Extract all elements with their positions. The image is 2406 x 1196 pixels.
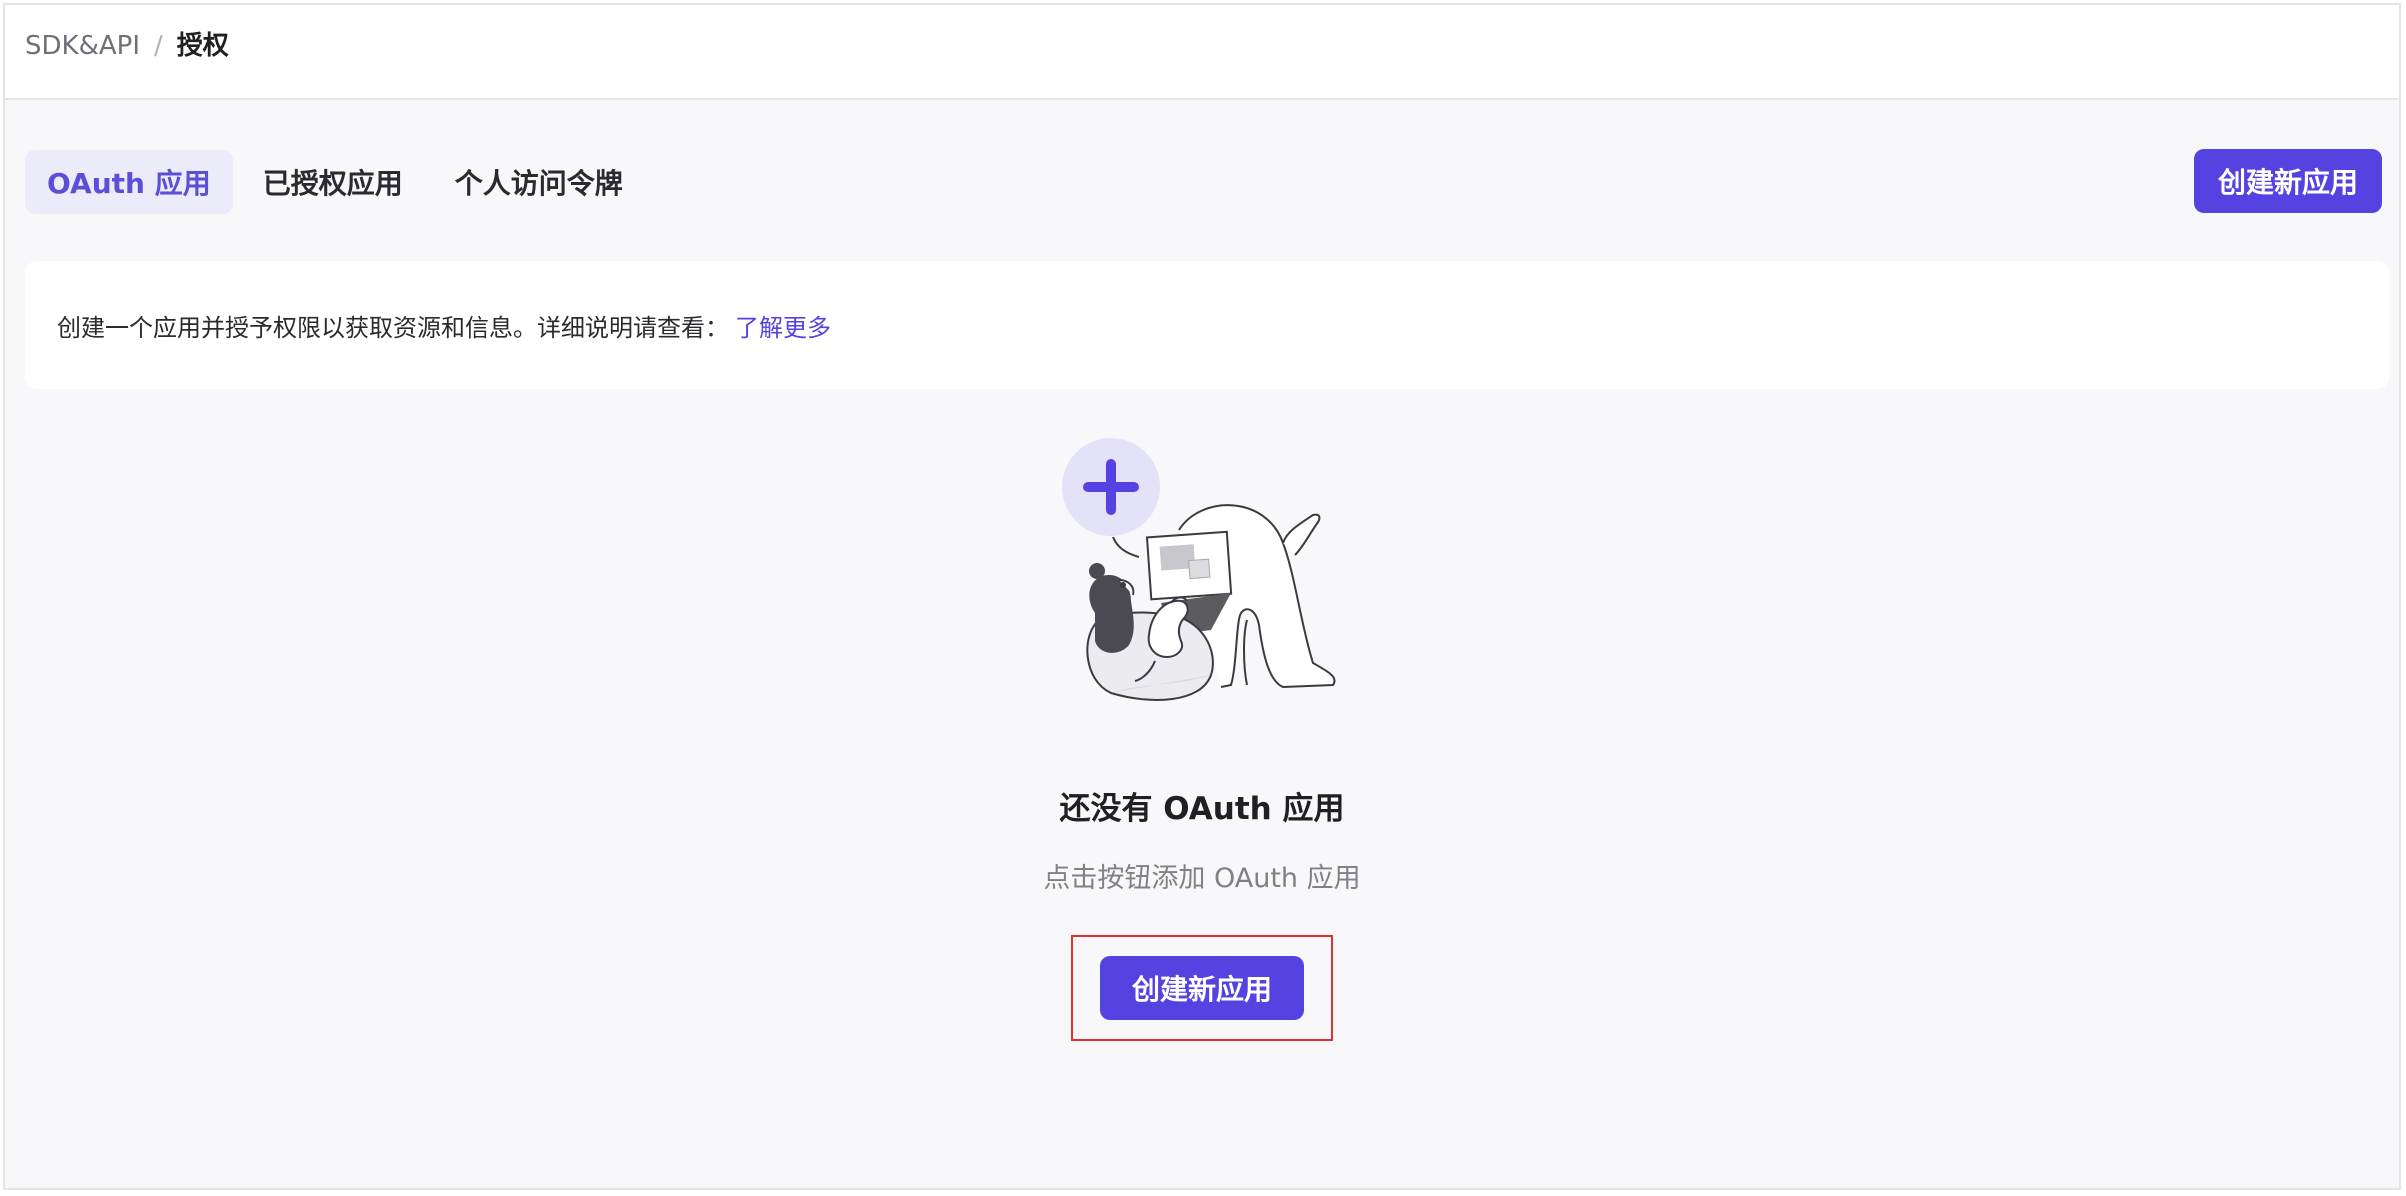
- info-banner: 创建一个应用并授予权限以获取资源和信息。详细说明请查看： 了解更多: [25, 261, 2389, 389]
- breadcrumb: SDK&API / 授权: [25, 29, 229, 63]
- tab-oauth-apps[interactable]: OAuth 应用: [25, 150, 233, 214]
- page-header: SDK&API / 授权: [5, 5, 2399, 100]
- plus-icon: [1062, 438, 1160, 536]
- highlight-box: 创建新应用: [1071, 935, 1333, 1041]
- empty-state-subtitle: 点击按钮添加 OAuth 应用: [1043, 863, 1361, 894]
- empty-state-title: 还没有 OAuth 应用: [1059, 791, 1345, 827]
- breadcrumb-separator: /: [153, 31, 163, 61]
- info-text: 创建一个应用并授予权限以获取资源和信息。详细说明请查看：: [57, 313, 729, 342]
- breadcrumb-current: 授权: [176, 31, 229, 61]
- app-frame: SDK&API / 授权 OAuth 应用 已授权应用 个人访问令牌 创建新应用…: [3, 3, 2401, 1190]
- breadcrumb-root[interactable]: SDK&API: [25, 29, 140, 63]
- create-app-button-header[interactable]: 创建新应用: [2194, 149, 2382, 213]
- person-with-laptop-illustration: [1062, 438, 1336, 701]
- learn-more-link[interactable]: 了解更多: [735, 308, 831, 343]
- tab-bar: OAuth 应用 已授权应用 个人访问令牌: [25, 150, 645, 214]
- tab-personal-access-tokens[interactable]: 个人访问令牌: [433, 150, 645, 214]
- create-app-button[interactable]: 创建新应用: [1100, 956, 1304, 1020]
- empty-state: 还没有 OAuth 应用 点击按钮添加 OAuth 应用 创建新应用: [5, 435, 2399, 1041]
- tab-authorized-apps[interactable]: 已授权应用: [241, 150, 425, 214]
